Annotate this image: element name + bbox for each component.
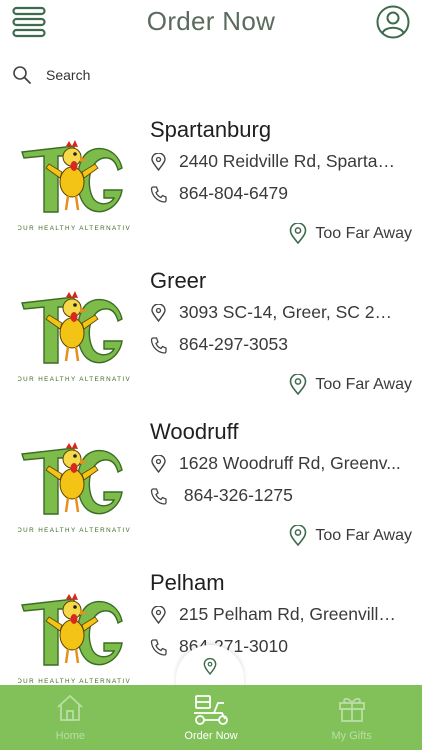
page-title: Order Now (146, 6, 276, 36)
store-distance: Too Far Away (289, 525, 412, 546)
store-name: Spartanburg (150, 117, 272, 142)
store-address: 2440 Reidville Rd, Spartan... (179, 151, 401, 171)
store-list[interactable]: YOUR HEALTHY ALTERNATIVE Spartanburg 244… (0, 108, 422, 685)
gift-icon (338, 697, 365, 722)
search-input[interactable]: Search (46, 67, 90, 83)
store-phone-row[interactable]: 864-326-1275 (150, 485, 293, 506)
store-name: Woodruff (150, 419, 239, 444)
tyg-logo-image: YOUR HEALTHY ALTERNATIVE (18, 593, 130, 685)
store-card[interactable]: YOUR HEALTHY ALTERNATIVE Spartanburg 244… (0, 108, 422, 259)
store-phone: 864-326-1275 (179, 485, 293, 505)
store-phone: 864-297-3053 (179, 334, 288, 354)
tab-home-label: Home (55, 730, 85, 742)
map-pin-icon (151, 303, 166, 322)
store-phone-row[interactable]: 864-297-3053 (150, 334, 288, 355)
phone-icon (150, 638, 167, 656)
store-distance: Too Far Away (289, 223, 412, 244)
search-icon (13, 66, 31, 84)
tyg-logo-image: YOUR HEALTHY ALTERNATIVE (18, 291, 130, 383)
location-icon (290, 374, 307, 395)
store-distance-label: Too Far Away (315, 375, 412, 393)
tab-order-now[interactable]: Order Now (141, 685, 282, 750)
store-address: 215 Pelham Rd, Greenville,... (179, 604, 401, 624)
bottom-tab-bar: Home Order Now My Gifts (0, 685, 422, 750)
store-card[interactable]: YOUR HEALTHY ALTERNATIVE Greer 3093 SC-1… (0, 259, 422, 410)
store-phone-row[interactable]: 864-804-6479 (150, 183, 288, 204)
svg-text:YOUR HEALTHY ALTERNATIVE: YOUR HEALTHY ALTERNATIVE (18, 376, 130, 383)
map-pin-icon (151, 152, 166, 171)
store-address-row[interactable]: 2440 Reidville Rd, Spartan... (150, 151, 401, 172)
tab-order-now-label: Order Now (184, 730, 238, 742)
tab-home[interactable]: Home (0, 685, 141, 750)
tab-my-gifts-label: My Gifts (331, 730, 372, 742)
delivery-scooter-icon (194, 695, 228, 725)
store-address: 3093 SC-14, Greer, SC 296... (179, 302, 401, 322)
tyg-logo-image: YOUR HEALTHY ALTERNATIVE (18, 442, 130, 534)
store-address-row[interactable]: 1628 Woodruff Rd, Greenv... (150, 453, 401, 474)
store-distance-label: Too Far Away (315, 526, 412, 544)
store-name: Pelham (150, 570, 225, 595)
store-distance-label: Too Far Away (315, 224, 412, 242)
store-phone: 864-804-6479 (179, 183, 288, 203)
search-bar[interactable]: Search (12, 62, 410, 88)
app-header: Order Now (0, 0, 422, 48)
profile-icon[interactable] (376, 5, 410, 39)
store-address: 1628 Woodruff Rd, Greenv... (179, 453, 401, 473)
map-pin-icon (203, 658, 217, 675)
tyg-logo-image: YOUR HEALTHY ALTERNATIVE (18, 140, 130, 232)
phone-icon (150, 336, 167, 354)
svg-text:YOUR HEALTHY ALTERNATIVE: YOUR HEALTHY ALTERNATIVE (18, 678, 130, 685)
svg-text:YOUR HEALTHY ALTERNATIVE: YOUR HEALTHY ALTERNATIVE (18, 225, 130, 232)
home-icon (57, 694, 83, 721)
phone-icon (150, 185, 167, 203)
store-distance: Too Far Away (289, 374, 412, 395)
location-icon (290, 223, 307, 244)
store-name: Greer (150, 268, 207, 293)
tab-my-gifts[interactable]: My Gifts (281, 685, 422, 750)
store-card[interactable]: YOUR HEALTHY ALTERNATIVE Woodruff 1628 W… (0, 410, 422, 561)
location-icon (290, 525, 307, 546)
map-pin-icon (151, 454, 166, 473)
store-address-row[interactable]: 215 Pelham Rd, Greenville,... (150, 604, 401, 625)
svg-text:YOUR HEALTHY ALTERNATIVE: YOUR HEALTHY ALTERNATIVE (18, 527, 130, 534)
phone-icon (150, 487, 167, 505)
map-pin-icon (151, 605, 166, 624)
store-address-row[interactable]: 3093 SC-14, Greer, SC 296... (150, 302, 401, 323)
